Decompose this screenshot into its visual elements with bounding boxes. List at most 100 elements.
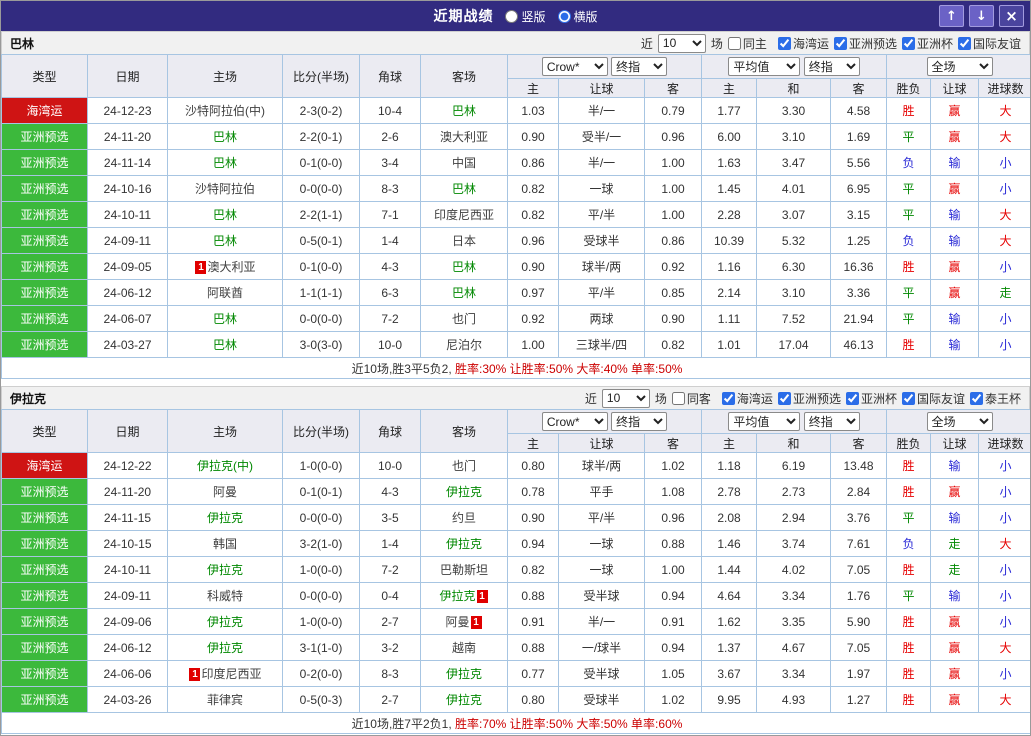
team-name-text: 伊拉克 [446, 693, 482, 707]
odds-source-select[interactable]: Crow* [542, 412, 608, 431]
sub-header-result: 胜负 [887, 434, 931, 453]
odds-home: 0.96 [508, 228, 559, 254]
same-venue-checkbox[interactable]: 同主 [728, 35, 767, 52]
corner-count: 2-6 [360, 124, 421, 150]
avg-draw: 3.47 [757, 150, 831, 176]
league-filter-input[interactable] [834, 37, 847, 50]
avg-home: 2.08 [702, 505, 757, 531]
league-filters: 海湾运亚洲预选亚洲杯国际友谊 [778, 35, 1021, 52]
away-team-cell: 印度尼西亚 [421, 202, 508, 228]
league-filter-input[interactable] [902, 37, 915, 50]
score-halftime: 2-3(0-2) [283, 98, 360, 124]
odds-handicap: 受半球 [559, 583, 645, 609]
match-date: 24-06-12 [88, 635, 168, 661]
odds-home: 0.88 [508, 635, 559, 661]
result-handicap: 赢 [931, 661, 979, 687]
move-up-button[interactable]: ↑ [939, 5, 964, 27]
corner-count: 8-3 [360, 661, 421, 687]
same-venue-checkbox[interactable]: 同客 [672, 390, 711, 407]
average-source-select[interactable]: 平均值 [728, 57, 800, 76]
odds-source-select[interactable]: Crow* [542, 57, 608, 76]
sub-header-avg-draw: 和 [757, 434, 831, 453]
match-type-badge: 亚洲预选 [2, 687, 88, 713]
avg-home: 1.77 [702, 98, 757, 124]
odds-home: 1.03 [508, 98, 559, 124]
league-filter-input[interactable] [778, 37, 791, 50]
league-filter-input[interactable] [778, 392, 791, 405]
league-filter-checkbox[interactable]: 国际友谊 [902, 390, 965, 407]
league-filter-checkbox[interactable]: 亚洲预选 [778, 390, 841, 407]
home-team-cell: 阿曼 [168, 479, 283, 505]
same-venue-checkbox-input[interactable] [728, 37, 741, 50]
league-filter-input[interactable] [846, 392, 859, 405]
result-goals: 大 [979, 635, 1031, 661]
odds-home: 0.97 [508, 280, 559, 306]
corner-count: 3-5 [360, 505, 421, 531]
team-name-text: 印度尼西亚 [201, 667, 261, 681]
odds-away: 0.96 [645, 505, 702, 531]
league-filter-input[interactable] [958, 37, 971, 50]
summary-rates: 胜率:30% 让胜率:50% 大率:40% 单率:50% [455, 362, 682, 376]
scope-select[interactable]: 全场 [927, 412, 993, 431]
match-type-badge: 亚洲预选 [2, 661, 88, 687]
average-time-select[interactable]: 终指 [804, 412, 860, 431]
odds-handicap: 一球 [559, 176, 645, 202]
team-name-text: 沙特阿拉伯 [195, 182, 255, 196]
match-date: 24-06-06 [88, 661, 168, 687]
league-filter-input[interactable] [722, 392, 735, 405]
league-filter-checkbox[interactable]: 泰王杯 [970, 390, 1021, 407]
match-date: 24-09-11 [88, 228, 168, 254]
layout-vertical-radio[interactable]: 竖版 [505, 8, 545, 25]
result-handicap: 输 [931, 505, 979, 531]
average-time-select[interactable]: 终指 [804, 57, 860, 76]
layout-vertical-label: 竖版 [521, 8, 545, 25]
league-filter-checkbox[interactable]: 海湾运 [722, 390, 773, 407]
match-type-badge: 亚洲预选 [2, 609, 88, 635]
move-down-button[interactable]: ↓ [969, 5, 994, 27]
match-type-badge: 亚洲预选 [2, 479, 88, 505]
league-filter-input[interactable] [902, 392, 915, 405]
home-team-cell: 沙特阿拉伯(中) [168, 98, 283, 124]
odds-handicap: 受球半 [559, 228, 645, 254]
close-button[interactable]: × [999, 5, 1024, 27]
average-source-select[interactable]: 平均值 [728, 412, 800, 431]
results-body: 海湾运 24-12-22 伊拉克(中) 1-0(0-0) 10-0 也门 0.8… [2, 453, 1031, 713]
odds-away: 1.02 [645, 453, 702, 479]
league-filter-checkbox[interactable]: 亚洲预选 [834, 35, 897, 52]
odds-handicap: 三球半/四 [559, 332, 645, 358]
league-filter-input[interactable] [970, 392, 983, 405]
red-card-badge: 1 [189, 668, 200, 681]
result-goals: 小 [979, 661, 1031, 687]
layout-horizontal-radio[interactable]: 横版 [558, 8, 598, 25]
avg-draw: 2.94 [757, 505, 831, 531]
scope-select[interactable]: 全场 [927, 57, 993, 76]
odds-time-select[interactable]: 终指 [611, 57, 667, 76]
league-filter-checkbox[interactable]: 海湾运 [778, 35, 829, 52]
result-handicap: 赢 [931, 687, 979, 713]
summary-stats: 近10场,胜7平2负1, [352, 717, 455, 731]
same-venue-checkbox-input[interactable] [672, 392, 685, 405]
match-count-select[interactable]: 10 [602, 389, 650, 408]
score-halftime: 2-2(1-1) [283, 202, 360, 228]
layout-vertical-radio-input[interactable] [505, 10, 518, 23]
layout-horizontal-radio-input[interactable] [558, 10, 571, 23]
result-handicap: 走 [931, 531, 979, 557]
score-halftime: 3-0(3-0) [283, 332, 360, 358]
odds-away: 1.00 [645, 150, 702, 176]
match-count-select[interactable]: 10 [658, 34, 706, 53]
corner-count: 3-2 [360, 635, 421, 661]
result-goals: 大 [979, 202, 1031, 228]
league-filter-checkbox[interactable]: 国际友谊 [958, 35, 1021, 52]
avg-draw: 3.07 [757, 202, 831, 228]
sub-header-let: 让球 [931, 79, 979, 98]
odds-handicap: 受半球 [559, 661, 645, 687]
team-name-text: 巴林 [452, 104, 476, 118]
filters: 近 10 场 同客 海湾运亚洲预选亚洲杯国际友谊泰王杯 [585, 389, 1021, 408]
red-card-badge: 1 [195, 261, 206, 274]
corner-count: 2-7 [360, 687, 421, 713]
league-filter-checkbox[interactable]: 亚洲杯 [846, 390, 897, 407]
odds-time-select[interactable]: 终指 [611, 412, 667, 431]
league-filter-checkbox[interactable]: 亚洲杯 [902, 35, 953, 52]
odds-handicap: 一球 [559, 557, 645, 583]
home-team-cell: 巴林 [168, 228, 283, 254]
